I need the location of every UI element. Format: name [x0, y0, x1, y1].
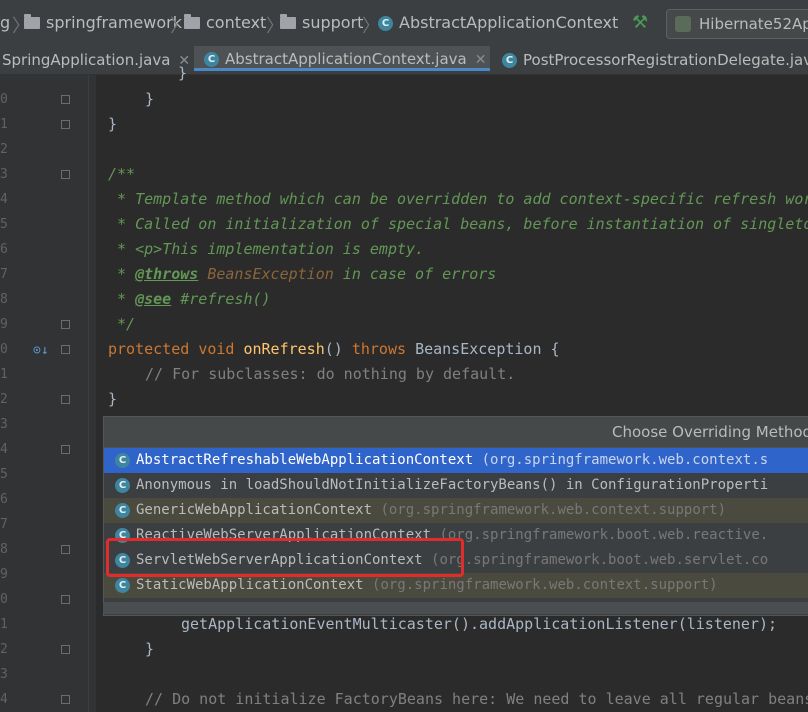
- popup-title: Choose Overriding Method: [104, 417, 808, 448]
- folder-icon: [280, 14, 296, 29]
- code-line: }: [178, 64, 188, 82]
- breadcrumb-context[interactable]: context: [184, 13, 266, 32]
- fold-marker[interactable]: [61, 320, 70, 329]
- code-line: }: [145, 640, 155, 658]
- method-signature[interactable]: protected void onRefresh() throws BeansE…: [108, 340, 560, 358]
- doc-comment-line: * @throws BeansException in case of erro…: [108, 265, 497, 283]
- anonymous-class-icon: C: [115, 477, 130, 493]
- line-number: 8: [0, 542, 8, 557]
- line-number: 6: [0, 492, 8, 507]
- tab-abstract-application-context[interactable]: C AbstractApplicationContext.java ✕: [194, 46, 490, 71]
- choose-overriding-method-popup: Choose Overriding Method C AbstractRefres…: [103, 416, 808, 616]
- code-comment: // Do not initialize FactoryBeans here: …: [145, 690, 808, 708]
- line-number: 9: [0, 317, 8, 332]
- line-number: 7: [0, 267, 8, 282]
- class-icon: C: [115, 577, 130, 593]
- code-line: getApplicationEventMulticaster().addAppl…: [181, 615, 778, 633]
- line-number: 5: [0, 467, 8, 482]
- popup-item[interactable]: C AbstractRefreshableWebApplicationContex…: [104, 448, 808, 473]
- line-number: 3: [0, 667, 8, 682]
- line-number: 8: [0, 292, 8, 307]
- popup-scrollbar[interactable]: [103, 602, 808, 614]
- fold-marker[interactable]: [61, 445, 70, 454]
- line-number: 4: [0, 692, 8, 707]
- line-number: 1: [0, 367, 8, 382]
- fold-marker[interactable]: [61, 95, 70, 104]
- doc-comment-line: */: [108, 315, 136, 333]
- breadcrumb-support[interactable]: support: [280, 13, 363, 32]
- editor-tabs: SpringApplication.java ✕ C AbstractApplica…: [0, 46, 808, 75]
- popup-item[interactable]: C GenericWebApplicationContext (org.sprin…: [104, 498, 808, 523]
- fold-marker[interactable]: [61, 120, 70, 129]
- line-number: 7: [0, 517, 8, 532]
- folder-icon: [184, 14, 200, 29]
- line-number: 0: [0, 592, 8, 607]
- run-config-label: Hibernate52Ap: [699, 15, 808, 33]
- class-icon: C: [115, 502, 130, 518]
- doc-comment-line: * @see #refresh(): [108, 290, 271, 308]
- class-icon: C: [502, 53, 517, 68]
- fold-marker[interactable]: [61, 595, 70, 604]
- fold-marker[interactable]: [61, 645, 70, 654]
- popup-item[interactable]: C Anonymous in loadShouldNotInitializeFac…: [104, 473, 808, 498]
- code-line: }: [145, 90, 155, 108]
- overridden-method-icon[interactable]: ⊙↓: [33, 343, 49, 358]
- highlight-box: [106, 538, 464, 577]
- line-number: 6: [0, 242, 8, 257]
- line-number: 2: [0, 642, 8, 657]
- code-line: }: [108, 390, 118, 408]
- breadcrumb-truncated[interactable]: g: [0, 13, 10, 32]
- line-number: 2: [0, 392, 8, 407]
- close-icon[interactable]: ✕: [475, 52, 487, 68]
- class-icon: C: [378, 16, 393, 31]
- doc-comment-line: /**: [108, 165, 136, 183]
- build-hammer-icon[interactable]: ⚒: [632, 12, 648, 33]
- editor-gutter: [0, 75, 96, 712]
- gutter-divider: [88, 75, 89, 712]
- line-number: 1: [0, 117, 8, 132]
- breadcrumb-springframework[interactable]: springframework: [24, 13, 182, 32]
- fold-marker[interactable]: [61, 170, 70, 179]
- doc-comment-line: * Template method which can be overridde…: [108, 190, 808, 208]
- fold-marker[interactable]: [61, 345, 70, 354]
- folder-icon: [24, 14, 40, 29]
- line-number: 0: [0, 342, 8, 357]
- class-icon: C: [115, 452, 130, 468]
- code-comment: // For subclasses: do nothing by default…: [145, 365, 516, 383]
- fold-marker[interactable]: [61, 395, 70, 404]
- line-number: 3: [0, 167, 8, 182]
- breadcrumb-class[interactable]: C AbstractApplicationContext: [378, 13, 618, 32]
- run-config-icon: [675, 16, 691, 32]
- navigation-bar: g 〉 springframework 〉 context 〉 support …: [0, 0, 808, 46]
- line-number: 3: [0, 417, 8, 432]
- run-configuration-selector[interactable]: Hibernate52Ap: [666, 9, 808, 39]
- tab-spring-application[interactable]: SpringApplication.java ✕: [2, 46, 190, 74]
- line-number: 5: [0, 217, 8, 232]
- line-number: 1: [0, 617, 8, 632]
- doc-comment-line: * <p>This implementation is empty.: [108, 240, 425, 258]
- tab-post-processor-registration-delegate[interactable]: C PostProcessorRegistrationDelegate.java: [502, 46, 808, 74]
- code-line: }: [108, 115, 118, 133]
- line-number: 9: [0, 567, 8, 582]
- fold-marker[interactable]: [61, 695, 70, 704]
- class-icon: C: [204, 52, 219, 67]
- line-number: 2: [0, 142, 8, 157]
- line-number: 0: [0, 92, 8, 107]
- doc-comment-line: * Called on initialization of special be…: [108, 215, 808, 233]
- fold-marker[interactable]: [61, 545, 70, 554]
- line-number: 4: [0, 192, 8, 207]
- line-number: 4: [0, 442, 8, 457]
